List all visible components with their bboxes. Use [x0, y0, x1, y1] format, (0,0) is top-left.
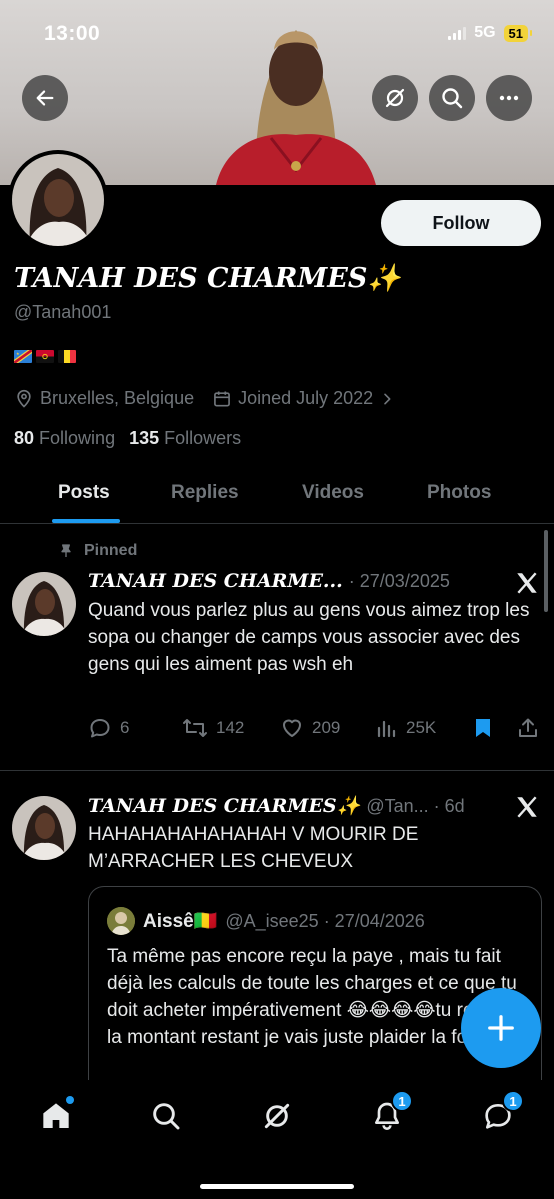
active-tab-indicator: [52, 519, 120, 523]
grok-icon: [385, 88, 405, 108]
analytics-icon: [377, 720, 396, 738]
messages-badge: 1: [502, 1090, 524, 1112]
following-label: Following: [39, 428, 116, 448]
grok-button[interactable]: [372, 75, 418, 121]
quote-header: Aissê🇲🇱 @A_isee25 · 27/04/2026: [107, 907, 425, 935]
back-button[interactable]: [22, 75, 68, 121]
more-icon: [499, 95, 519, 101]
quote-author-name: Aissê🇲🇱: [143, 911, 218, 932]
flag-belgium-icon: [58, 350, 76, 363]
calendar-icon: [214, 391, 231, 406]
bookmark-icon: [476, 719, 490, 737]
chevron-right-icon[interactable]: [379, 391, 395, 407]
battery-icon: 51: [503, 24, 533, 42]
plus-icon: [488, 1015, 514, 1041]
pinned-indicator: Pinned: [58, 542, 137, 560]
bookmark-button[interactable]: [472, 716, 494, 740]
pinned-label: Pinned: [84, 542, 138, 559]
share-icon: [519, 718, 537, 737]
svg-text:★: ★: [16, 351, 20, 356]
search-icon: [442, 88, 463, 109]
like-button[interactable]: 209: [280, 716, 340, 740]
quote-avatar: [107, 907, 135, 935]
heart-icon: [283, 719, 301, 737]
status-time: 13:00: [44, 22, 101, 45]
views-button[interactable]: 25K: [376, 716, 436, 740]
flag-angola-icon: [36, 350, 54, 363]
bottom-navigation: 1 1: [0, 1080, 554, 1199]
x-logo-icon: [517, 572, 537, 594]
flag-drc-icon: ★: [14, 350, 32, 363]
network-label: 5G: [474, 24, 496, 41]
home-indicator-dot: [66, 1096, 74, 1104]
profile-joined[interactable]: Joined July 2022: [238, 388, 373, 409]
search-icon: [153, 1103, 180, 1130]
quote-meta: @A_isee25 · 27/04/2026: [225, 910, 425, 931]
tab-videos[interactable]: Videos: [302, 482, 364, 504]
reply-count: 6: [120, 718, 130, 737]
quoted-post[interactable]: Aissê🇲🇱 @A_isee25 · 27/04/2026 Ta même p…: [88, 886, 542, 1106]
reply-button[interactable]: 6: [88, 716, 129, 740]
location-icon: [17, 389, 31, 408]
banner-photo: [216, 30, 376, 185]
following-link[interactable]: 80 Following: [14, 428, 115, 449]
home-icon: [43, 1103, 69, 1128]
profile-location: Bruxelles, Belgique: [40, 388, 195, 408]
profile-handle: @Tanah001: [14, 302, 112, 322]
status-indicators: 5G 51: [448, 24, 533, 42]
view-count: 25K: [406, 718, 437, 737]
scrollbar[interactable]: [544, 530, 548, 612]
post-header: TANAH DES CHARMES✨ @Tan... · 6d: [88, 794, 465, 817]
post-author-name[interactable]: TANAH DES CHARME...: [88, 570, 343, 592]
x-logo-icon: [517, 796, 537, 818]
tab-photos[interactable]: Photos: [427, 482, 491, 504]
tab-replies[interactable]: Replies: [171, 482, 239, 504]
post-divider: [0, 770, 554, 771]
follow-button[interactable]: Follow: [381, 200, 541, 246]
nav-grok[interactable]: [257, 1096, 297, 1136]
followers-link[interactable]: 135 Followers: [129, 428, 241, 449]
repost-count: 142: [216, 718, 245, 737]
following-count: 80: [14, 428, 35, 448]
tab-posts[interactable]: Posts: [58, 482, 110, 504]
nav-messages[interactable]: 1: [478, 1090, 524, 1136]
post-author-name[interactable]: TANAH DES CHARMES✨: [88, 794, 360, 817]
bio-flags: ★: [14, 350, 76, 363]
pin-icon: [61, 544, 71, 557]
signal-icon: [448, 26, 467, 40]
nav-notifications[interactable]: 1: [367, 1090, 413, 1136]
arrow-left-icon: [36, 90, 54, 106]
post-text: HAHAHAHAHAHAHAH V MOURIR DE M’ARRACHER L…: [88, 824, 419, 872]
notifications-badge: 1: [391, 1090, 413, 1112]
search-button[interactable]: [429, 75, 475, 121]
post-meta: @Tan... · 6d: [366, 796, 465, 816]
repost-button[interactable]: 142: [182, 716, 244, 740]
profile-meta: Bruxelles, Belgique Joined July 2022: [14, 388, 395, 409]
home-indicator: [200, 1184, 354, 1189]
post-avatar[interactable]: [12, 572, 76, 636]
profile-tabs: Posts Replies Videos Photos: [0, 466, 554, 524]
post-actions: 6 142 209 25K: [88, 716, 544, 746]
followers-label: Followers: [164, 428, 242, 448]
reply-icon: [90, 719, 110, 738]
share-button[interactable]: [516, 716, 540, 740]
repost-icon: [183, 719, 207, 737]
profile-display-name: TANAH DES CHARMES✨: [14, 263, 401, 294]
nav-search[interactable]: [146, 1096, 186, 1136]
nav-home[interactable]: [36, 1096, 76, 1136]
followers-count: 135: [129, 428, 160, 448]
profile-avatar[interactable]: [8, 150, 108, 250]
compose-button[interactable]: [461, 988, 541, 1068]
more-button[interactable]: [486, 75, 532, 121]
grok-icon: [264, 1103, 290, 1129]
post-text: Quand vous parlez plus au gens vous aime…: [88, 600, 530, 675]
follow-stats: 80 Following 135 Followers: [14, 428, 241, 449]
post-header: TANAH DES CHARME... · 27/03/2025: [88, 570, 450, 592]
avatar-image: [12, 154, 104, 246]
like-count: 209: [312, 718, 341, 737]
post-meta: · 27/03/2025: [348, 571, 450, 591]
post-avatar[interactable]: [12, 796, 76, 860]
